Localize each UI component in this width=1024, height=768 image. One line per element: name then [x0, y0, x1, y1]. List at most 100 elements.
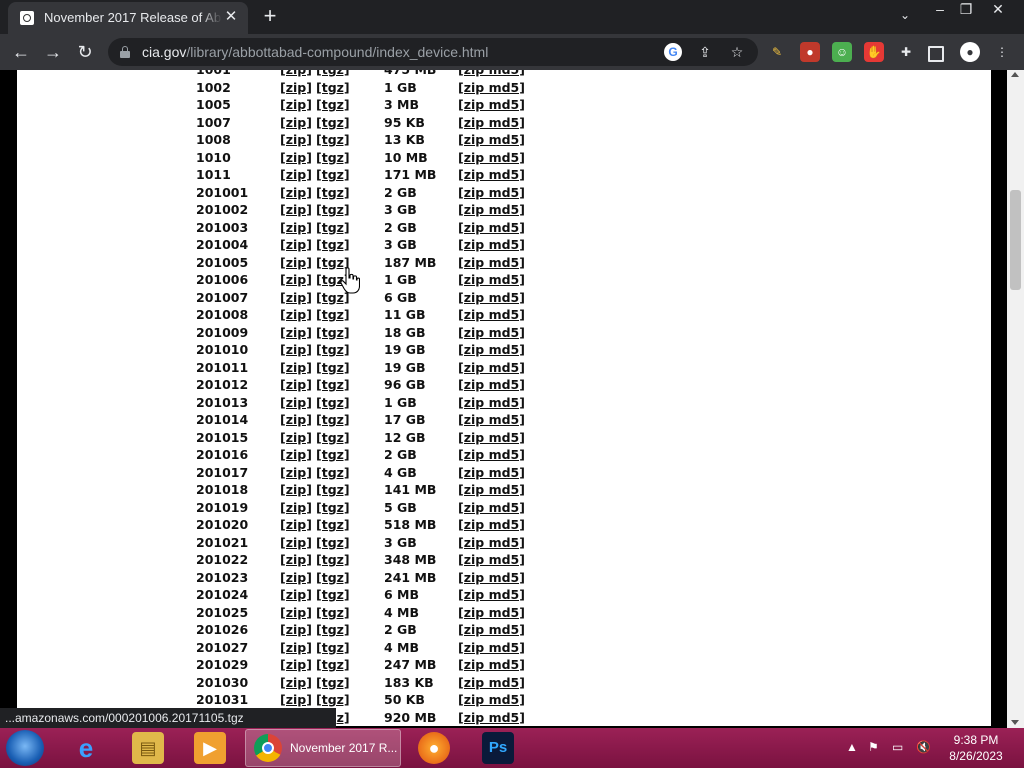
- menu-kebab-icon[interactable]: ⋮: [992, 42, 1012, 62]
- pencil-extension-icon[interactable]: ✎: [767, 42, 787, 62]
- tgz-link[interactable]: [tgz]: [316, 97, 350, 112]
- tgz-link[interactable]: [tgz]: [316, 202, 350, 217]
- zip-md5-link[interactable]: [zip md5]: [458, 97, 525, 112]
- zip-link[interactable]: [zip]: [280, 605, 312, 620]
- file-explorer-icon[interactable]: ▤: [132, 732, 164, 764]
- lock-icon[interactable]: [120, 46, 130, 58]
- zip-md5-link[interactable]: [zip md5]: [458, 465, 525, 480]
- zip-md5-link[interactable]: [zip md5]: [458, 587, 525, 602]
- zip-md5-link[interactable]: [zip md5]: [458, 500, 525, 515]
- tgz-link[interactable]: [tgz]: [316, 80, 350, 95]
- chrome-taskbar-button[interactable]: November 2017 R...: [245, 729, 401, 767]
- window-close-icon[interactable]: ✕: [983, 0, 1013, 20]
- zip-link[interactable]: [zip]: [280, 535, 312, 550]
- reload-icon[interactable]: ↻: [72, 39, 98, 65]
- tgz-link[interactable]: [tgz]: [316, 622, 350, 637]
- zip-link[interactable]: [zip]: [280, 342, 312, 357]
- zip-md5-link[interactable]: [zip md5]: [458, 605, 525, 620]
- scroll-up-arrow-icon[interactable]: [1011, 72, 1019, 77]
- zip-link[interactable]: [zip]: [280, 185, 312, 200]
- vertical-scrollbar[interactable]: [1007, 70, 1024, 728]
- zip-md5-link[interactable]: [zip md5]: [458, 710, 525, 725]
- zip-md5-link[interactable]: [zip md5]: [458, 360, 525, 375]
- zip-link[interactable]: [zip]: [280, 360, 312, 375]
- firefox-icon[interactable]: ●: [418, 732, 450, 764]
- zip-md5-link[interactable]: [zip md5]: [458, 272, 525, 287]
- zip-md5-link[interactable]: [zip md5]: [458, 70, 525, 77]
- profile-avatar-icon[interactable]: ●: [960, 42, 980, 62]
- zip-md5-link[interactable]: [zip md5]: [458, 80, 525, 95]
- zip-md5-link[interactable]: [zip md5]: [458, 657, 525, 672]
- browser-tab[interactable]: November 2017 Release of Abbottabad Comp…: [8, 2, 248, 34]
- bookmark-star-icon[interactable]: ☆: [728, 43, 746, 61]
- internet-explorer-icon[interactable]: e: [70, 732, 102, 764]
- tgz-link[interactable]: [tgz]: [316, 570, 350, 585]
- zip-link[interactable]: [zip]: [280, 482, 312, 497]
- zip-md5-link[interactable]: [zip md5]: [458, 535, 525, 550]
- photoshop-icon[interactable]: Ps: [482, 732, 514, 764]
- zip-md5-link[interactable]: [zip md5]: [458, 342, 525, 357]
- side-panel-icon[interactable]: [928, 46, 944, 62]
- zip-link[interactable]: [zip]: [280, 97, 312, 112]
- tgz-link[interactable]: [tgz]: [316, 115, 350, 130]
- zip-md5-link[interactable]: [zip md5]: [458, 640, 525, 655]
- tgz-link[interactable]: [tgz]: [316, 342, 350, 357]
- zip-md5-link[interactable]: [zip md5]: [458, 202, 525, 217]
- face-extension-icon[interactable]: ☺: [832, 42, 852, 62]
- tgz-link[interactable]: [tgz]: [316, 395, 350, 410]
- tgz-link[interactable]: [tgz]: [316, 640, 350, 655]
- tgz-link[interactable]: [tgz]: [316, 412, 350, 427]
- zip-link[interactable]: [zip]: [280, 80, 312, 95]
- tgz-link[interactable]: [tgz]: [316, 132, 350, 147]
- zip-md5-link[interactable]: [zip md5]: [458, 255, 525, 270]
- shield-extension-icon[interactable]: ✋: [864, 42, 884, 62]
- tgz-link[interactable]: [tgz]: [316, 587, 350, 602]
- system-clock[interactable]: 9:38 PM 8/26/2023: [944, 732, 1008, 764]
- restore-icon[interactable]: ❐: [951, 0, 981, 20]
- zip-md5-link[interactable]: [zip md5]: [458, 115, 525, 130]
- address-bar[interactable]: cia.gov/library/abbottabad-compound/inde…: [108, 38, 758, 66]
- zip-md5-link[interactable]: [zip md5]: [458, 675, 525, 690]
- tgz-link[interactable]: [tgz]: [316, 150, 350, 165]
- zip-link[interactable]: [zip]: [280, 412, 312, 427]
- zip-md5-link[interactable]: [zip md5]: [458, 430, 525, 445]
- zip-link[interactable]: [zip]: [280, 272, 312, 287]
- zip-link[interactable]: [zip]: [280, 587, 312, 602]
- zip-md5-link[interactable]: [zip md5]: [458, 307, 525, 322]
- zip-md5-link[interactable]: [zip md5]: [458, 185, 525, 200]
- zip-md5-link[interactable]: [zip md5]: [458, 377, 525, 392]
- zip-link[interactable]: [zip]: [280, 395, 312, 410]
- tgz-link[interactable]: [tgz]: [316, 360, 350, 375]
- zip-link[interactable]: [zip]: [280, 325, 312, 340]
- new-tab-icon[interactable]: +: [258, 4, 282, 28]
- url-text[interactable]: cia.gov/library/abbottabad-compound/inde…: [142, 44, 488, 60]
- scroll-thumb[interactable]: [1010, 190, 1021, 290]
- zip-link[interactable]: [zip]: [280, 500, 312, 515]
- zip-md5-link[interactable]: [zip md5]: [458, 622, 525, 637]
- zip-link[interactable]: [zip]: [280, 237, 312, 252]
- tgz-link[interactable]: [tgz]: [316, 692, 350, 707]
- forward-icon[interactable]: →: [40, 39, 66, 65]
- zip-md5-link[interactable]: [zip md5]: [458, 552, 525, 567]
- zip-md5-link[interactable]: [zip md5]: [458, 167, 525, 182]
- tgz-link[interactable]: [tgz]: [316, 377, 350, 392]
- tgz-link[interactable]: [tgz]: [316, 482, 350, 497]
- back-icon[interactable]: ←: [8, 39, 34, 65]
- zip-md5-link[interactable]: [zip md5]: [458, 395, 525, 410]
- tgz-link[interactable]: [tgz]: [316, 465, 350, 480]
- zip-link[interactable]: [zip]: [280, 290, 312, 305]
- zip-link[interactable]: [zip]: [280, 377, 312, 392]
- zip-link[interactable]: [zip]: [280, 132, 312, 147]
- zip-md5-link[interactable]: [zip md5]: [458, 482, 525, 497]
- zip-md5-link[interactable]: [zip md5]: [458, 237, 525, 252]
- zip-md5-link[interactable]: [zip md5]: [458, 570, 525, 585]
- tgz-link[interactable]: [tgz]: [316, 307, 350, 322]
- zip-link[interactable]: [zip]: [280, 430, 312, 445]
- zip-link[interactable]: [zip]: [280, 675, 312, 690]
- tgz-link[interactable]: [tgz]: [316, 70, 350, 77]
- tgz-link[interactable]: [tgz]: [316, 535, 350, 550]
- zip-link[interactable]: [zip]: [280, 640, 312, 655]
- show-hidden-icons-icon[interactable]: ▲: [846, 740, 858, 754]
- zip-md5-link[interactable]: [zip md5]: [458, 290, 525, 305]
- share-icon[interactable]: ⇪: [696, 43, 714, 61]
